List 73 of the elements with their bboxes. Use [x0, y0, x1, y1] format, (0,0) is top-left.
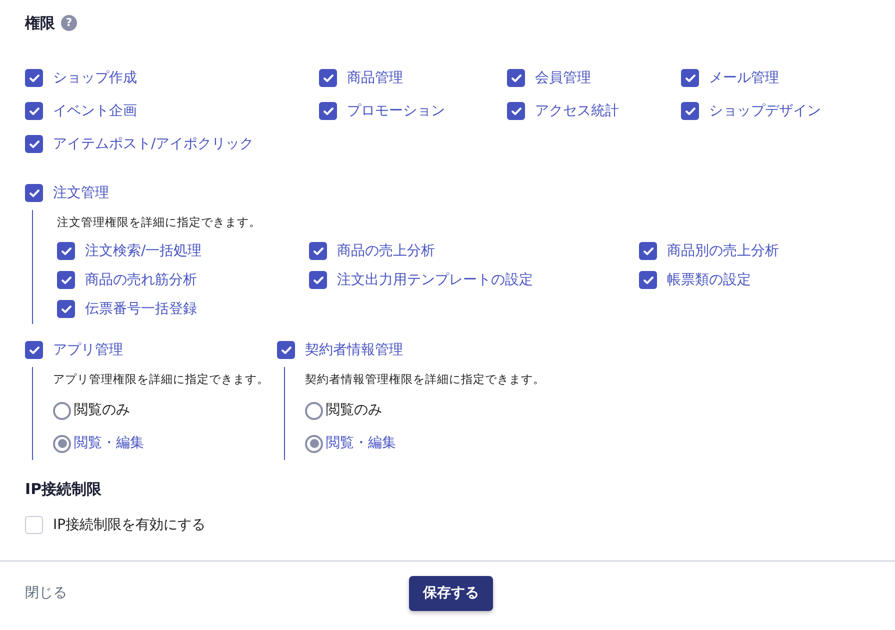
- checkbox[interactable]: [309, 271, 327, 290]
- radio-label[interactable]: 閲覧・編集: [74, 433, 144, 454]
- checkbox-label[interactable]: プロモーション: [347, 100, 445, 122]
- checkbox[interactable]: [25, 135, 43, 153]
- checkbox-label[interactable]: 注文検索/一括処理: [85, 240, 202, 262]
- radio-label[interactable]: 閲覧のみ: [74, 400, 130, 421]
- radio-button[interactable]: [53, 402, 71, 420]
- check-icon: [322, 74, 334, 82]
- check-icon: [280, 346, 292, 355]
- checkbox[interactable]: [681, 102, 699, 120]
- check-icon: [684, 106, 696, 116]
- checkbox-label[interactable]: 商品管理: [347, 68, 403, 88]
- check-icon: [510, 106, 522, 116]
- checkbox-label[interactable]: アクセス統計: [535, 100, 619, 122]
- checkbox-label[interactable]: 会員管理: [535, 68, 591, 88]
- checkbox-label[interactable]: 契約者情報管理: [305, 340, 403, 361]
- check-icon: [60, 246, 72, 256]
- checkbox[interactable]: [25, 184, 43, 202]
- check-icon: [510, 74, 522, 82]
- checkbox[interactable]: [57, 300, 75, 318]
- check-icon: [312, 276, 324, 285]
- check-icon: [60, 304, 72, 314]
- check-icon: [28, 106, 40, 116]
- checkbox[interactable]: [309, 242, 327, 260]
- checkbox-label[interactable]: 帳票類の設定: [667, 270, 751, 291]
- check-icon: [60, 276, 72, 285]
- section-title: 権限: [25, 13, 55, 34]
- check-icon: [642, 246, 654, 256]
- checkbox-label[interactable]: 商品別の売上分析: [667, 240, 779, 262]
- checkbox-label[interactable]: 商品の売上分析: [337, 240, 435, 262]
- checkbox[interactable]: [25, 102, 43, 120]
- checkbox-label[interactable]: IP接続制限を有効にする: [53, 514, 206, 536]
- checkbox[interactable]: [57, 242, 75, 260]
- radio-label[interactable]: 閲覧のみ: [326, 400, 382, 421]
- checkbox-label[interactable]: ショップデザイン: [709, 100, 821, 122]
- checkbox[interactable]: [319, 102, 337, 120]
- check-icon: [322, 106, 334, 116]
- save-button[interactable]: 保存する: [409, 576, 493, 610]
- checkbox-label[interactable]: メール管理: [709, 68, 779, 88]
- checkbox[interactable]: [25, 69, 43, 87]
- checkbox[interactable]: [277, 341, 295, 360]
- check-icon: [28, 346, 40, 355]
- checkbox[interactable]: [639, 242, 657, 260]
- checkbox[interactable]: [25, 341, 43, 360]
- checkbox-label[interactable]: アイテムポスト/アイポクリック: [53, 134, 254, 154]
- description-text: 契約者情報管理権限を詳細に指定できます。: [305, 370, 546, 388]
- checkbox-label[interactable]: 伝票番号一括登録: [85, 298, 197, 320]
- checkbox[interactable]: [57, 271, 75, 290]
- radio-button[interactable]: [53, 434, 71, 452]
- check-icon: [28, 188, 40, 198]
- check-icon: [28, 140, 40, 148]
- checkbox-label[interactable]: ショップ作成: [53, 68, 137, 88]
- check-icon: [312, 246, 324, 256]
- radio-button[interactable]: [305, 434, 323, 452]
- check-icon: [642, 276, 654, 285]
- description-text: アプリ管理権限を詳細に指定できます。: [53, 370, 270, 388]
- checkbox-label[interactable]: 注文出力用テンプレートの設定: [337, 270, 533, 291]
- checkbox-label[interactable]: アプリ管理: [53, 340, 123, 361]
- checkbox[interactable]: [507, 69, 525, 87]
- radio-label[interactable]: 閲覧・編集: [326, 433, 396, 454]
- checkbox-label[interactable]: 商品の売れ筋分析: [85, 270, 197, 291]
- checkbox[interactable]: [639, 271, 657, 290]
- checkbox-label[interactable]: イベント企画: [53, 100, 137, 122]
- section-heading: IP接続制限: [25, 479, 103, 500]
- description-text: 注文管理権限を詳細に指定できます。: [57, 214, 262, 230]
- check-icon: [28, 74, 40, 82]
- radio-button[interactable]: [305, 402, 323, 420]
- checkbox[interactable]: [507, 102, 525, 120]
- checkbox-label[interactable]: 注文管理: [53, 182, 109, 204]
- check-icon: [684, 74, 696, 82]
- checkbox[interactable]: [681, 69, 699, 87]
- checkbox[interactable]: [319, 69, 337, 87]
- close-link[interactable]: 閉じる: [25, 582, 409, 604]
